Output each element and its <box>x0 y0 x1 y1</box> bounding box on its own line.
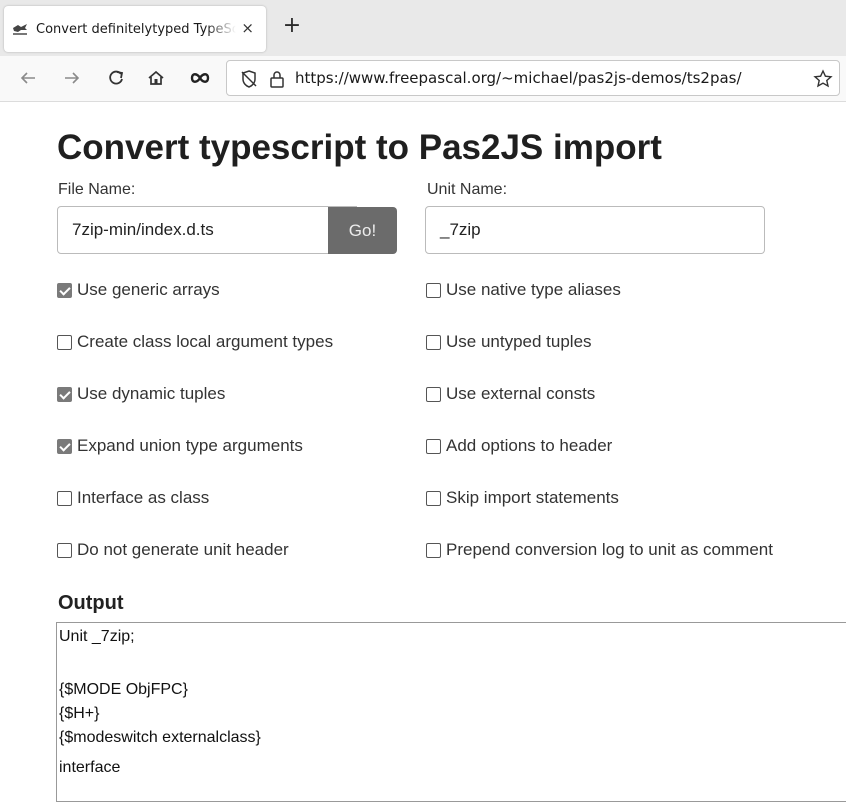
checkbox[interactable] <box>426 490 441 506</box>
checkbox[interactable] <box>426 282 441 298</box>
option-label[interactable]: Add options to header <box>446 436 612 456</box>
output-textarea[interactable]: Unit _7zip; {$MODE ObjFPC} {$H+} {$modeswit… <box>56 622 846 802</box>
option-row[interactable]: Use untyped tuples <box>426 332 592 352</box>
checkbox[interactable] <box>426 438 441 454</box>
option-label[interactable]: Use generic arrays <box>77 280 220 300</box>
option-row[interactable]: Interface as class <box>57 488 209 508</box>
option-label[interactable]: Use external consts <box>446 384 595 404</box>
option-label[interactable]: Prepend conversion log to unit as commen… <box>446 540 773 560</box>
bookmark-star-icon[interactable] <box>813 69 833 89</box>
option-label[interactable]: Use untyped tuples <box>446 332 592 352</box>
checkbox-checked[interactable] <box>57 438 72 454</box>
checkbox[interactable] <box>57 334 72 350</box>
tracking-protection-icon[interactable] <box>239 69 259 89</box>
option-row[interactable]: Add options to header <box>426 436 612 456</box>
option-row[interactable]: Use generic arrays <box>57 280 220 300</box>
checkbox[interactable] <box>426 386 441 402</box>
tab-close-icon[interactable]: × <box>241 19 254 37</box>
option-row[interactable]: Use native type aliases <box>426 280 621 300</box>
url-bar[interactable]: https://www.freepascal.org/~michael/pas2… <box>226 60 840 96</box>
option-label[interactable]: Expand union type arguments <box>77 436 303 456</box>
lock-icon[interactable] <box>267 69 287 89</box>
option-row[interactable]: Use dynamic tuples <box>57 384 225 404</box>
checkbox[interactable] <box>57 542 72 558</box>
option-label[interactable]: Use native type aliases <box>446 280 621 300</box>
tab-strip: Convert definitelytyped TypeScript × + <box>0 0 846 56</box>
option-row[interactable]: Expand union type arguments <box>57 436 303 456</box>
url-text[interactable]: https://www.freepascal.org/~michael/pas2… <box>295 69 742 87</box>
option-row[interactable]: Prepend conversion log to unit as commen… <box>426 540 773 560</box>
option-label[interactable]: Do not generate unit header <box>77 540 289 560</box>
output-line: Unit _7zip; <box>59 628 135 645</box>
checkbox-checked[interactable] <box>57 282 72 298</box>
output-line: {$modeswitch externalclass} <box>59 729 261 746</box>
forward-icon[interactable] <box>60 66 84 90</box>
option-row[interactable]: Create class local argument types <box>57 332 333 352</box>
reload-icon[interactable] <box>104 66 128 90</box>
checkbox[interactable] <box>426 542 441 558</box>
output-line: {$MODE ObjFPC} <box>59 681 188 698</box>
unit-name-label: Unit Name: <box>427 181 508 198</box>
home-icon[interactable] <box>144 66 168 90</box>
back-icon[interactable] <box>16 66 40 90</box>
freepascal-favicon-icon <box>12 22 28 36</box>
new-tab-button[interactable]: + <box>280 14 304 40</box>
option-label[interactable]: Create class local argument types <box>77 332 333 352</box>
extension-icon[interactable] <box>188 66 212 90</box>
option-row[interactable]: Skip import statements <box>426 488 619 508</box>
unit-name-input[interactable]: _7zip <box>425 206 765 254</box>
browser-tab[interactable]: Convert definitelytyped TypeScript × <box>4 6 266 52</box>
checkbox-checked[interactable] <box>57 386 72 402</box>
option-row[interactable]: Use external consts <box>426 384 595 404</box>
option-label[interactable]: Use dynamic tuples <box>77 384 225 404</box>
option-label[interactable]: Skip import statements <box>446 488 619 508</box>
output-line: {$H+} <box>59 705 100 722</box>
page-title: Convert typescript to Pas2JS import <box>57 128 662 167</box>
file-name-input[interactable]: 7zip-min/index.d.ts <box>57 206 357 254</box>
output-line: interface <box>59 759 121 776</box>
go-button[interactable]: Go! <box>328 207 397 254</box>
navigation-toolbar: https://www.freepascal.org/~michael/pas2… <box>0 56 846 102</box>
checkbox[interactable] <box>426 334 441 350</box>
option-row[interactable]: Do not generate unit header <box>57 540 289 560</box>
checkbox[interactable] <box>57 490 72 506</box>
output-heading: Output <box>58 592 124 614</box>
file-name-label: File Name: <box>58 181 136 198</box>
tab-title: Convert definitelytyped TypeScript <box>36 21 236 37</box>
option-label[interactable]: Interface as class <box>77 488 209 508</box>
